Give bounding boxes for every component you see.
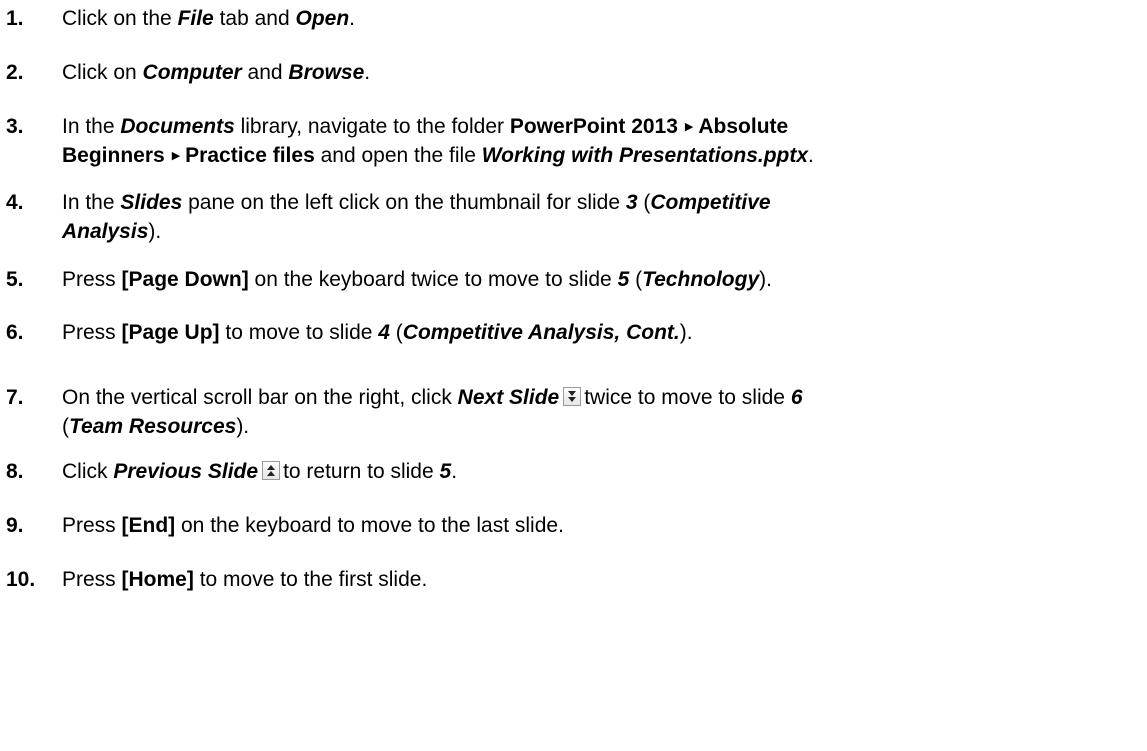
step-text: to move to the first slide. <box>193 568 428 591</box>
step-number: 5. <box>6 268 24 291</box>
step-text: . <box>808 144 814 167</box>
next-slide-icon <box>563 387 582 406</box>
emphasis-text: Beginners <box>62 144 165 167</box>
emphasis-text: Technology <box>642 268 760 291</box>
emphasis-text: 6 <box>790 386 803 409</box>
step-number: 6. <box>6 321 24 344</box>
emphasis-text: Practice files <box>185 144 315 167</box>
step-number: 3. <box>6 115 24 138</box>
emphasis-text: [Page Down] <box>121 268 249 291</box>
step-line: On the vertical scroll bar on the right,… <box>62 385 1147 411</box>
step-text: Press <box>62 321 122 344</box>
emphasis-text: Slides <box>120 191 183 214</box>
step-text: ( <box>637 191 651 214</box>
step-text: pane on the left click on the thumbnail … <box>182 191 626 214</box>
step-text: On the vertical scroll bar on the right,… <box>62 386 458 409</box>
emphasis-text: 4 <box>378 321 390 344</box>
emphasis-text: [Page Up] <box>121 321 220 344</box>
emphasis-text: 5 <box>439 460 452 483</box>
step-text: Press <box>62 514 122 537</box>
previous-slide-icon <box>262 461 281 480</box>
step-text: tab and <box>213 7 296 30</box>
emphasis-text: Team Resources <box>69 415 237 438</box>
step-text: . <box>451 460 458 483</box>
emphasis-text: Documents <box>120 115 235 138</box>
emphasis-text: [End] <box>121 514 176 537</box>
step-line: In the Slides pane on the left click on … <box>62 190 1147 216</box>
step-text: ). <box>236 415 250 438</box>
emphasis-text: 3 <box>625 191 638 214</box>
step-text: . <box>364 61 371 84</box>
step-number: 9. <box>6 514 24 537</box>
step-text: Press <box>62 568 122 591</box>
step-line: Press [Home] to move to the first slide. <box>62 567 1147 593</box>
emphasis-text: Previous Slide <box>113 460 259 483</box>
step-line: Click on the File tab and Open. <box>62 6 1147 32</box>
step-text: ). <box>679 321 693 344</box>
step-text: twice to move to slide <box>584 386 791 409</box>
step-text: on the keyboard to move to the last slid… <box>175 514 564 537</box>
step-text: Click on <box>62 61 143 84</box>
step-text: Click <box>62 460 114 483</box>
step-line: Analysis). <box>62 219 1147 245</box>
step-line: (Team Resources). <box>62 414 1147 440</box>
step-text: on the keyboard twice to move to slide <box>248 268 618 291</box>
emphasis-text: PowerPoint 2013 <box>509 115 678 138</box>
step-line: Click Previous Slide to return to slide 5… <box>62 459 1147 485</box>
step-number: 8. <box>6 460 24 483</box>
emphasis-text: Absolute <box>698 115 789 138</box>
emphasis-text: Next Slide <box>457 386 560 409</box>
emphasis-text: 5 <box>617 268 630 291</box>
emphasis-text: Competitive Analysis, Cont. <box>402 321 680 344</box>
step-number: 7. <box>6 386 24 409</box>
emphasis-text: File <box>177 7 214 30</box>
emphasis-text: Browse <box>288 61 365 84</box>
emphasis-text: Competitive <box>650 191 771 214</box>
step-number: 10. <box>6 568 36 591</box>
emphasis-text: Open <box>295 7 350 30</box>
step-text: and <box>241 61 289 84</box>
step-number: 4. <box>6 191 24 214</box>
step-line: Click on Computer and Browse. <box>62 60 1147 86</box>
emphasis-text: Analysis <box>62 220 149 243</box>
step-text: . <box>349 7 355 30</box>
step-text: Press <box>62 268 122 291</box>
step-text: ). <box>148 220 162 243</box>
step-text: library, navigate to the folder <box>234 115 510 138</box>
step-text: ( <box>629 268 643 291</box>
step-number: 1. <box>6 7 24 30</box>
step-line: Press [End] on the keyboard to move to t… <box>62 513 1147 539</box>
folder-path-separator: ▶ <box>171 150 181 162</box>
folder-path-separator: ▶ <box>684 121 694 133</box>
step-text: ( <box>389 321 403 344</box>
emphasis-text: Computer <box>142 61 242 84</box>
emphasis-text: [Home] <box>121 568 194 591</box>
emphasis-text: Working with Presentations.pptx <box>481 144 809 167</box>
step-text: In the <box>62 115 121 138</box>
step-text: to move to slide <box>219 321 379 344</box>
step-text: to return to slide <box>283 460 440 483</box>
step-line: Press [Page Up] to move to slide 4 (Comp… <box>62 320 1147 346</box>
step-text: ). <box>759 268 772 291</box>
step-line: Press [Page Down] on the keyboard twice … <box>62 267 1147 293</box>
step-text: ( <box>62 415 69 438</box>
step-line: In the Documents library, navigate to th… <box>62 114 1147 140</box>
step-text: Click on the <box>62 7 178 30</box>
step-line: Beginners ▶ Practice files and open the fi… <box>62 143 1147 169</box>
step-text: and open the file <box>314 144 482 167</box>
step-number: 2. <box>6 61 24 84</box>
step-text: In the <box>62 191 121 214</box>
